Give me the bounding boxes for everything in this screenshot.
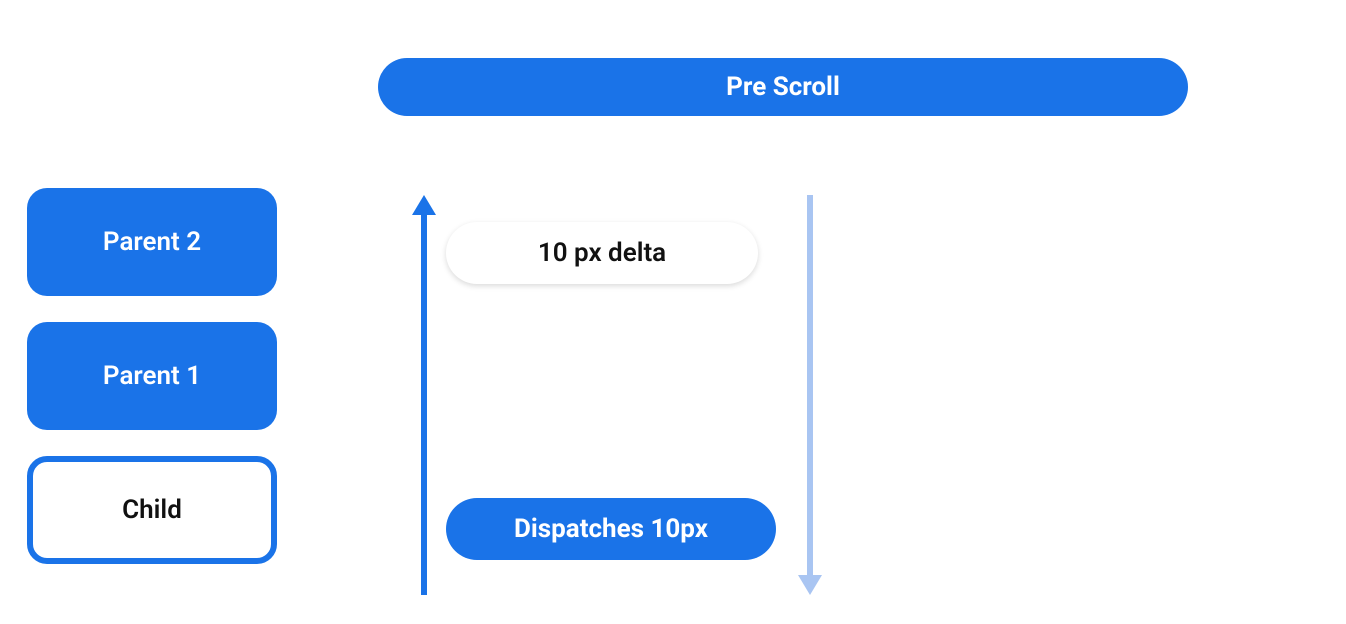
header-title: Pre Scroll — [726, 72, 840, 102]
node-parent-2-label: Parent 2 — [103, 227, 201, 257]
dispatch-label: Dispatches 10px — [514, 514, 708, 544]
arrow-down-icon — [804, 195, 816, 595]
delta-label: 10 px delta — [538, 238, 666, 268]
node-child-label: Child — [122, 495, 182, 525]
delta-label-pill: 10 px delta — [446, 222, 758, 284]
node-parent-1: Parent 1 — [27, 322, 277, 430]
header-pill: Pre Scroll — [378, 58, 1188, 116]
node-parent-1-label: Parent 1 — [103, 361, 201, 391]
node-parent-2: Parent 2 — [27, 188, 277, 296]
arrow-up-icon — [418, 195, 430, 595]
dispatch-label-pill: Dispatches 10px — [446, 498, 776, 560]
node-child: Child — [27, 456, 277, 564]
